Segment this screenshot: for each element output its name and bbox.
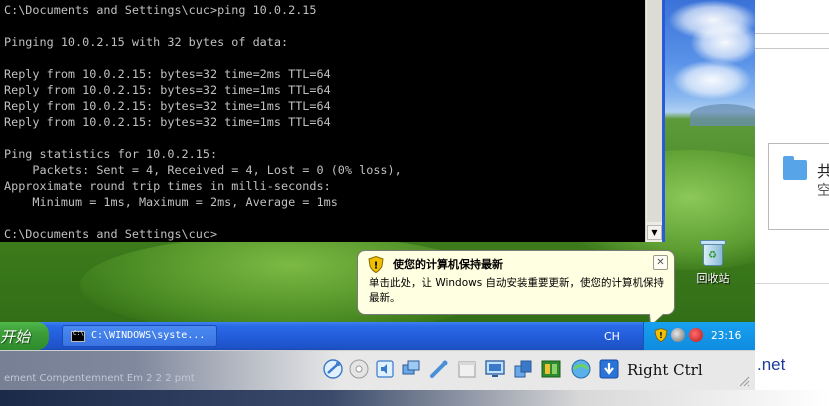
security-shield-icon[interactable]: !: [654, 328, 668, 342]
start-label: 开始: [0, 328, 31, 346]
svg-text:!: !: [374, 261, 379, 272]
mouse-integration-icon[interactable]: [322, 358, 344, 380]
taskbar: 开始 C:\WINDOWS\syste... CH ! 23:16: [0, 322, 755, 350]
optical-drive-icon[interactable]: [348, 358, 370, 380]
host-background-text: ement Compentemnent Em 2 2 2 pmt: [4, 373, 195, 384]
triangle-down-icon: ▼: [651, 228, 658, 237]
console-line: Reply from 10.0.2.15: bytes=32 time=1ms …: [4, 99, 331, 113]
console-line: Approximate round trip times in milli-se…: [4, 179, 331, 193]
recycle-bin-label: 回收站: [696, 272, 730, 285]
display-icon[interactable]: [484, 358, 506, 380]
command-prompt-window[interactable]: C:\Documents and Settings\cuc>ping 10.0.…: [0, 0, 665, 242]
svg-text:!: !: [659, 331, 663, 340]
network-adapter-icon[interactable]: [400, 358, 422, 380]
cpu-activity-icon[interactable]: [570, 358, 592, 380]
vm-status-bar: ement Compentemnent Em 2 2 2 pmt Right C…: [0, 350, 755, 391]
console-line: Reply from 10.0.2.15: bytes=32 time=1ms …: [4, 83, 331, 97]
security-shield-icon: !: [368, 256, 384, 273]
host-key-label: Right Ctrl: [627, 361, 703, 379]
audio-icon[interactable]: [374, 358, 396, 380]
host-divider: [755, 283, 829, 284]
shared-folders-icon[interactable]: [456, 358, 478, 380]
console-line: Reply from 10.0.2.15: bytes=32 time=1ms …: [4, 115, 331, 129]
host-panel-subtitle: 空: [817, 183, 829, 199]
system-tray: ! 23:16: [643, 322, 755, 350]
distant-hill: [690, 104, 755, 126]
security-center-icon[interactable]: [689, 328, 703, 342]
update-balloon[interactable]: ! 使您的计算机保持最新 ✕ 单击此处，让 Windows 自动安装重要更新，使…: [357, 250, 675, 327]
taskbar-button-cmd[interactable]: C:\WINDOWS\syste...: [62, 325, 217, 347]
taskbar-button-label: C:\WINDOWS\syste...: [91, 330, 206, 341]
close-icon: ✕: [656, 257, 665, 268]
console-line: Minimum = 1ms, Maximum = 2ms, Average = …: [4, 195, 338, 209]
scroll-down-button[interactable]: ▼: [647, 225, 662, 240]
host-taskbar-strip: [0, 390, 829, 406]
host-panel-title: 共: [817, 162, 829, 181]
language-indicator[interactable]: CH: [604, 330, 620, 343]
balloon-close-button[interactable]: ✕: [653, 255, 668, 270]
console-line: Packets: Sent = 4, Received = 4, Lost = …: [4, 163, 402, 177]
host-link-text[interactable]: .net: [757, 355, 785, 375]
start-button[interactable]: 开始: [0, 322, 49, 350]
host-divider: [755, 33, 829, 34]
recycle-bin[interactable]: ♻ 回收站: [688, 238, 738, 286]
host-folder-panel[interactable]: 共 空: [768, 143, 829, 230]
usb-icon[interactable]: [428, 358, 450, 380]
recycle-bin-icon: ♻: [700, 238, 726, 266]
cloud: [672, 60, 752, 100]
virtualization-icon[interactable]: [540, 358, 562, 380]
resize-grip-icon[interactable]: [738, 375, 750, 387]
scrollbar-thumb[interactable]: [647, 0, 662, 222]
network-icon[interactable]: [671, 328, 685, 342]
host-divider: [755, 48, 829, 49]
console-line: C:\Documents and Settings\cuc>ping 10.0.…: [4, 3, 317, 17]
console-line: Ping statistics for 10.0.2.15:: [4, 147, 218, 161]
video-capture-icon[interactable]: [512, 358, 534, 380]
console-scrollbar[interactable]: ▼: [645, 0, 662, 242]
screen: 共 空 .net C:\Documents and Settings\cuc>p…: [0, 0, 829, 406]
host-wallpaper-strip: [0, 351, 340, 391]
arrow-down-icon[interactable]: [598, 358, 620, 380]
console-line: Reply from 10.0.2.15: bytes=32 time=2ms …: [4, 67, 331, 81]
console-line: C:\Documents and Settings\cuc>: [4, 227, 218, 241]
cloud: [690, 20, 755, 65]
balloon-message[interactable]: 单击此处，让 Windows 自动安装重要更新，使您的计算机保持最新。: [369, 276, 669, 306]
clock[interactable]: 23:16: [711, 330, 741, 342]
folder-icon: [783, 156, 807, 180]
balloon-title: 使您的计算机保持最新: [393, 258, 503, 271]
console-output[interactable]: C:\Documents and Settings\cuc>ping 10.0.…: [4, 2, 644, 242]
vm-desktop[interactable]: C:\Documents and Settings\cuc>ping 10.0.…: [0, 0, 755, 350]
console-icon: [71, 330, 85, 342]
console-line: Pinging 10.0.2.15 with 32 bytes of data:: [4, 35, 289, 49]
